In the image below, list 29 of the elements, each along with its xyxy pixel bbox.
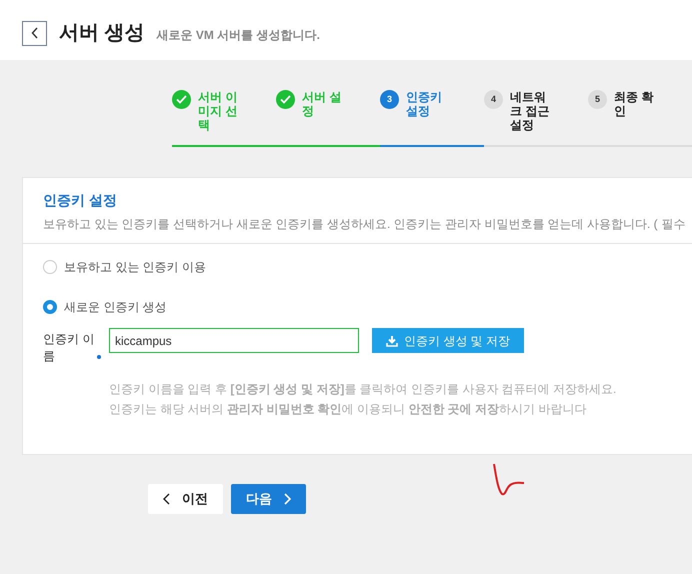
radio-label: 보유하고 있는 인증키 이용	[64, 259, 206, 276]
radio-button[interactable]	[43, 300, 57, 314]
hint-text: 인증키는 해당 서버의 관리자 비밀번호 확인에 이용되니 안전한 곳에 저장하시기 바랍니다	[109, 401, 586, 418]
step-label: 서버 이미지 선택	[198, 90, 238, 132]
step-label: 최종 확인	[614, 90, 654, 118]
step-number: 5	[588, 90, 607, 109]
card-description: 보유하고 있는 인증키를 선택하거나 새로운 인증키를 생성하세요. 인증키는 관리자 비밀번호를 얻는데 사용합니다. (	[43, 216, 658, 233]
chevron-left-icon	[30, 27, 38, 39]
chevron-left-icon	[163, 493, 170, 505]
required-note: 필수	[662, 216, 686, 233]
step-number: 4	[484, 90, 503, 109]
hint-text: 인증키 이름을 입력 후 [인증키 생성 및 저장]를 클릭하여 인증키를 사용자 컴퓨터에 저장하세요.	[109, 381, 616, 398]
field-label: 인증키 이름	[43, 331, 95, 365]
download-icon	[386, 334, 398, 346]
card-title: 인증키 설정	[43, 191, 117, 210]
step-number: 3	[380, 90, 399, 109]
back-button[interactable]	[22, 20, 47, 46]
page-subtitle: 새로운 VM 서버를 생성합니다.	[156, 26, 320, 44]
step-label: 서버 설정	[302, 90, 342, 118]
key-name-field[interactable]: kiccampus	[109, 328, 359, 353]
radio-label: 새로운 인증키 생성	[64, 299, 167, 316]
radio-button[interactable]	[43, 260, 57, 274]
page-title: 서버 생성	[59, 21, 145, 46]
step-label: 인증키 설정	[406, 90, 443, 118]
step-label: 네트워크 접근 설정	[510, 90, 550, 132]
chevron-right-icon	[284, 493, 291, 505]
scribble-drawing	[492, 462, 526, 498]
next-button[interactable]: 다음	[231, 484, 306, 514]
prev-button[interactable]: 이전	[148, 484, 223, 514]
